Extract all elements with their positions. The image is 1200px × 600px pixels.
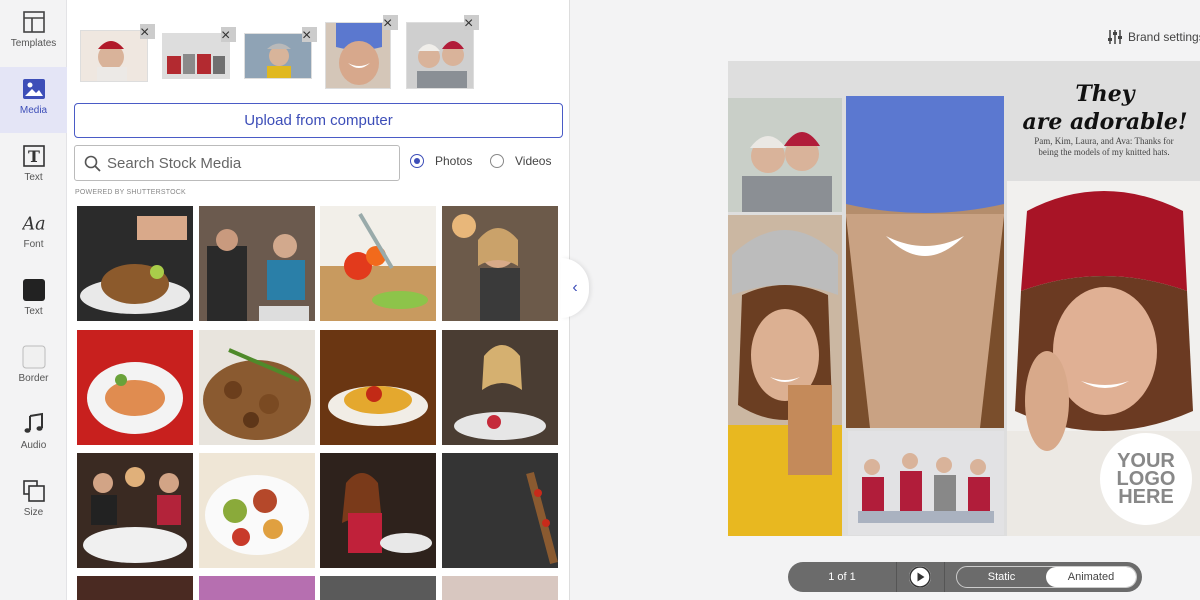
templates-icon	[22, 10, 46, 34]
stock-photo-tile[interactable]	[77, 453, 193, 568]
static-animated-toggle: Static Animated	[956, 566, 1137, 588]
search-input[interactable]	[107, 152, 392, 174]
stock-photo-tile[interactable]	[77, 576, 193, 600]
static-option[interactable]: Static	[957, 567, 1046, 587]
divider	[896, 562, 897, 592]
stock-search-box	[74, 145, 400, 181]
logo-line: HERE	[1118, 486, 1174, 508]
page-indicator: 1 of 1	[828, 571, 856, 583]
canvas-photo-grey-hat[interactable]	[728, 215, 842, 536]
text-color-icon	[22, 278, 46, 302]
remove-upload-icon[interactable]: ×	[302, 27, 317, 42]
stock-photo-tile[interactable]	[442, 453, 558, 568]
logo-placeholder[interactable]: YOUR LOGO HERE	[1100, 433, 1192, 525]
left-nav: Templates Media T Text Aa Font Text Bord…	[0, 0, 67, 600]
remove-upload-icon[interactable]: ×	[221, 27, 236, 42]
svg-text:Aa: Aa	[22, 214, 46, 234]
size-icon	[22, 479, 46, 503]
canvas-photo-friends[interactable]	[728, 98, 842, 212]
canvas-title-line1[interactable]: They	[1010, 81, 1200, 107]
media-icon	[22, 77, 46, 101]
playback-controls: 1 of 1 Static Animated	[788, 562, 1142, 592]
remove-upload-icon[interactable]: ×	[464, 15, 479, 30]
svg-text:T: T	[28, 147, 40, 166]
videos-radio-label: Videos	[515, 154, 552, 168]
remove-upload-icon[interactable]: ×	[383, 15, 398, 30]
search-icon	[84, 155, 101, 177]
nav-item-text[interactable]: T Text	[0, 134, 67, 200]
stock-photo-tile[interactable]	[320, 576, 436, 600]
remove-upload-icon[interactable]: ×	[140, 24, 155, 39]
nav-label: Templates	[10, 38, 57, 49]
canvas-photo-group[interactable]	[848, 431, 1004, 535]
nav-item-font[interactable]: Aa Font	[0, 201, 67, 267]
stock-photo-tile[interactable]	[199, 206, 315, 321]
nav-item-border[interactable]: Border	[0, 335, 67, 401]
stock-photo-tile[interactable]	[199, 453, 315, 568]
design-canvas[interactable]: They are adorable! Pam, Kim, Laura, and …	[728, 61, 1200, 536]
border-color-icon	[22, 345, 46, 369]
nav-label: Text	[24, 306, 43, 317]
collapse-panel-button[interactable]: ‹	[561, 258, 589, 318]
sliders-icon	[1108, 29, 1122, 45]
chevron-left-icon: ‹	[572, 279, 578, 296]
stock-photo-tile[interactable]	[442, 576, 558, 600]
divider	[944, 562, 945, 592]
upload-from-computer-button[interactable]: Upload from computer	[74, 103, 563, 138]
nav-label: Size	[23, 507, 44, 518]
animated-option[interactable]: Animated	[1046, 567, 1136, 587]
stock-photo-tile[interactable]	[77, 206, 193, 321]
brand-settings-label: Brand settings	[1128, 30, 1200, 44]
photos-radio[interactable]: Photos	[410, 154, 472, 168]
photos-radio-label: Photos	[435, 154, 473, 168]
stock-photo-tile[interactable]	[199, 330, 315, 445]
nav-item-templates[interactable]: Templates	[0, 0, 67, 66]
stock-photo-tile[interactable]	[77, 330, 193, 445]
stock-photo-tile[interactable]	[320, 330, 436, 445]
nav-item-text-color[interactable]: Text	[0, 268, 67, 334]
nav-item-media[interactable]: Media	[0, 67, 67, 133]
uploaded-thumbnail[interactable]	[162, 33, 230, 79]
play-icon	[909, 566, 931, 588]
uploaded-thumbnail[interactable]	[80, 30, 148, 82]
play-button[interactable]	[909, 566, 931, 588]
text-icon: T	[22, 144, 46, 168]
canvas-title-line2[interactable]: are adorable!	[1010, 109, 1200, 135]
stock-photo-tile[interactable]	[320, 206, 436, 321]
powered-by-shutterstock: POWERED BY SHUTTERSTOCK	[75, 189, 186, 196]
font-icon: Aa	[22, 211, 46, 235]
nav-label: Text	[24, 172, 43, 183]
brand-settings-button[interactable]: Brand settings	[1108, 29, 1200, 45]
nav-label: Border	[18, 373, 49, 384]
nav-label: Media	[19, 105, 48, 116]
stock-photo-tile[interactable]	[199, 576, 315, 600]
uploaded-thumbnail[interactable]	[325, 22, 391, 89]
radio-unselected-icon	[490, 154, 504, 168]
nav-item-audio[interactable]: Audio	[0, 402, 67, 468]
nav-label: Font	[23, 239, 44, 250]
canvas-caption[interactable]: Pam, Kim, Laura, and Ava: Thanks for bei…	[1024, 136, 1184, 158]
media-panel: × × × × × Upload from computer Photos Vi…	[67, 0, 570, 600]
stock-photo-tile[interactable]	[442, 330, 558, 445]
videos-radio[interactable]: Videos	[490, 154, 551, 168]
nav-label: Audio	[20, 440, 47, 451]
nav-item-size[interactable]: Size	[0, 469, 67, 535]
music-note-icon	[22, 412, 46, 436]
radio-selected-icon	[410, 154, 424, 168]
canvas-photo-blue-hat[interactable]	[846, 96, 1004, 428]
stock-photo-tile[interactable]	[320, 453, 436, 568]
uploaded-thumbnail[interactable]	[406, 22, 474, 89]
stock-photo-tile[interactable]	[442, 206, 558, 321]
